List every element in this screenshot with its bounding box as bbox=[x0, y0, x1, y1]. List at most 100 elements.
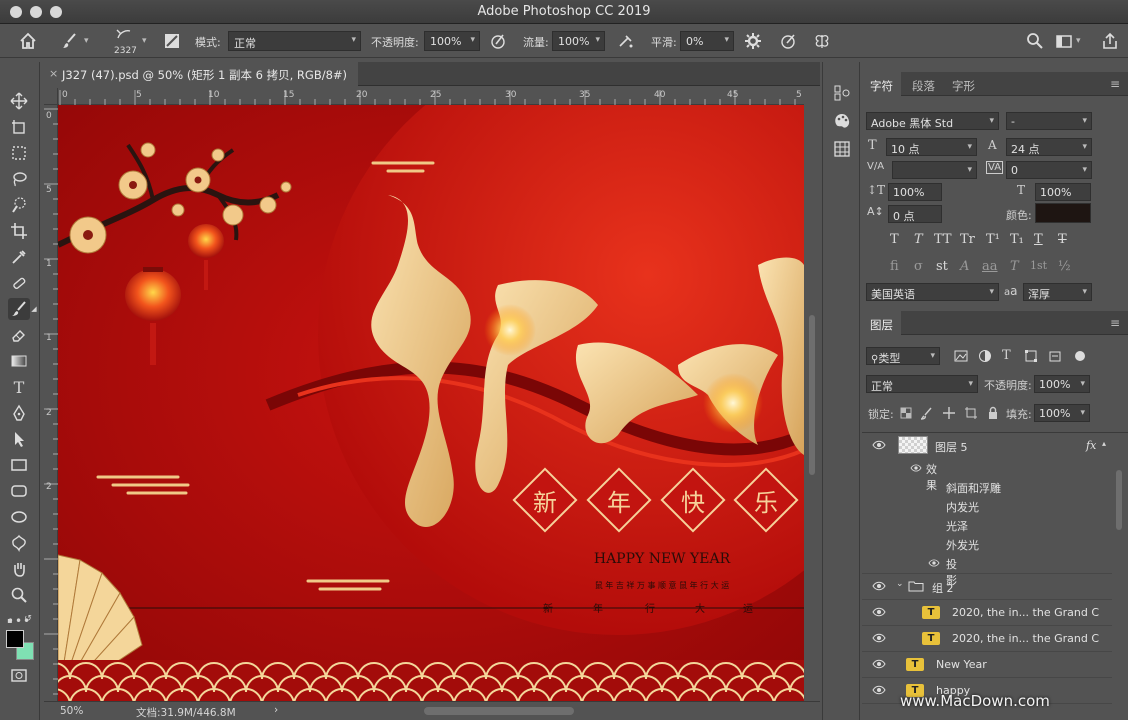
eye-icon[interactable] bbox=[872, 580, 886, 592]
lock-all-icon[interactable] bbox=[986, 406, 1000, 420]
lock-artboard-icon[interactable] bbox=[964, 406, 978, 420]
eye-icon[interactable] bbox=[872, 606, 886, 618]
crop-tool-icon[interactable] bbox=[8, 220, 30, 242]
search-icon[interactable] bbox=[1025, 31, 1045, 51]
tab-glyphs[interactable]: 字形 bbox=[952, 78, 975, 94]
antialias-select[interactable]: 浑厚 ▾ bbox=[1023, 283, 1092, 301]
zoom-level[interactable]: 50% bbox=[60, 705, 83, 717]
workspace-icon[interactable] bbox=[1054, 31, 1074, 51]
all-caps-button[interactable]: TT bbox=[934, 232, 952, 247]
eye-icon[interactable] bbox=[910, 463, 922, 473]
rounded-rectangle-tool-icon[interactable] bbox=[8, 480, 30, 502]
filter-shape-icon[interactable] bbox=[1024, 349, 1038, 363]
pressure-opacity-icon[interactable] bbox=[488, 31, 508, 51]
ruler-horizontal[interactable]: 0 5 10 15 20 25 30 35 40 45 5 bbox=[58, 88, 804, 105]
layer-opacity-input[interactable]: 100% ▾ bbox=[1034, 375, 1090, 393]
custom-shape-tool-icon[interactable] bbox=[8, 532, 30, 554]
ordinals-button[interactable]: 1st bbox=[1030, 259, 1047, 272]
faux-bold-button[interactable]: T bbox=[890, 232, 899, 247]
swatches-grid-icon[interactable] bbox=[833, 140, 851, 158]
share-icon[interactable] bbox=[1100, 31, 1120, 51]
scrollbar-thumb[interactable] bbox=[809, 315, 815, 475]
text-layer-row[interactable]: T New Year bbox=[862, 652, 1112, 678]
document-tab[interactable]: × J327 (47).psd @ 50% (矩形 1 副本 6 拷贝, RGB… bbox=[44, 62, 358, 86]
panel-menu-icon[interactable]: ≡ bbox=[1110, 316, 1120, 330]
old-style-button[interactable]: σ bbox=[914, 259, 923, 274]
filter-smart-object-icon[interactable] bbox=[1048, 349, 1062, 363]
panel-menu-icon[interactable]: ≡ bbox=[1110, 77, 1120, 91]
horizontal-scrollbar-thumb[interactable] bbox=[424, 707, 574, 715]
effect-item[interactable]: 内发光 bbox=[946, 499, 979, 515]
eye-icon[interactable] bbox=[928, 558, 940, 568]
brush-tool-icon[interactable] bbox=[8, 298, 30, 320]
layer-filter-select[interactable]: ⚲类型 ▾ bbox=[866, 347, 940, 365]
lasso-tool-icon[interactable] bbox=[8, 168, 30, 190]
gear-icon[interactable] bbox=[743, 31, 763, 51]
ruler-vertical[interactable]: 0 5 1 1 2 2 bbox=[44, 105, 58, 701]
fractions-button[interactable]: ½ bbox=[1058, 259, 1071, 274]
eraser-tool-icon[interactable] bbox=[8, 324, 30, 346]
vertical-scrollbar[interactable] bbox=[806, 105, 818, 701]
scrollbar-thumb[interactable] bbox=[1116, 470, 1122, 530]
titling-alternates-button[interactable]: T bbox=[1010, 259, 1019, 274]
blend-mode-select[interactable]: 正常 ▾ bbox=[866, 375, 978, 393]
chevron-down-icon[interactable]: ⌄ bbox=[896, 579, 904, 589]
filter-pixel-icon[interactable] bbox=[954, 349, 968, 363]
small-caps-button[interactable]: Tr bbox=[960, 232, 975, 247]
brush-panel-icon[interactable] bbox=[162, 31, 182, 51]
fx-icon[interactable]: fx bbox=[1086, 439, 1096, 452]
pen-tool-icon[interactable] bbox=[8, 402, 30, 424]
font-size-input[interactable]: 10 点 ▾ bbox=[886, 138, 977, 156]
mode-select[interactable]: 正常 ▾ bbox=[228, 31, 361, 51]
text-layer-row[interactable]: T 2020, the in... the Grand C bbox=[862, 600, 1112, 626]
filter-adjustment-icon[interactable] bbox=[978, 349, 992, 363]
close-icon[interactable]: × bbox=[49, 67, 58, 80]
text-color-swatch[interactable] bbox=[1035, 203, 1091, 223]
home-icon[interactable] bbox=[18, 31, 38, 51]
text-layer-row[interactable]: T 2020, the in... the Grand C bbox=[862, 626, 1112, 652]
brush-preset-icon[interactable] bbox=[114, 26, 134, 46]
quick-selection-tool-icon[interactable] bbox=[8, 194, 30, 216]
swap-colors-icon[interactable]: ↺ bbox=[22, 613, 34, 625]
chevron-down-icon[interactable]: ▾ bbox=[1076, 36, 1081, 46]
tab-paragraph[interactable]: 段落 bbox=[912, 78, 935, 94]
flow-input[interactable]: 100% ▾ bbox=[552, 31, 605, 51]
symmetry-icon[interactable] bbox=[812, 31, 832, 51]
eyedropper-tool-icon[interactable] bbox=[8, 246, 30, 268]
smoothing-input[interactable]: 0% ▾ bbox=[680, 31, 734, 51]
default-colors-icon[interactable]: ▪ bbox=[4, 615, 16, 625]
chevron-down-icon[interactable]: ▾ bbox=[84, 36, 89, 46]
lock-position-icon[interactable] bbox=[942, 406, 956, 420]
faux-italic-button[interactable]: T bbox=[914, 232, 923, 247]
eye-icon[interactable] bbox=[872, 658, 886, 670]
baseline-shift-input[interactable]: 0 点 bbox=[888, 205, 942, 223]
quick-mask-icon[interactable] bbox=[8, 664, 30, 686]
vertical-scale-input[interactable]: 100% bbox=[888, 183, 942, 201]
tracking-select[interactable]: 0 ▾ bbox=[1006, 161, 1092, 179]
font-family-select[interactable]: Adobe 黑体 Std ▾ bbox=[866, 112, 999, 130]
chevron-up-icon[interactable]: ▴ bbox=[1102, 439, 1106, 448]
underline-button[interactable]: T bbox=[1034, 232, 1043, 247]
superscript-button[interactable]: T¹ bbox=[986, 232, 1000, 247]
chevron-down-icon[interactable]: ▾ bbox=[142, 36, 147, 46]
pressure-size-icon[interactable] bbox=[778, 31, 798, 51]
horizontal-scale-input[interactable]: 100% bbox=[1035, 183, 1091, 201]
effect-item[interactable]: 光泽 bbox=[946, 518, 968, 534]
filter-toggle[interactable] bbox=[1075, 351, 1085, 361]
kerning-select[interactable]: ▾ bbox=[892, 161, 977, 179]
tab-layers[interactable]: 图层 bbox=[862, 311, 901, 335]
filter-type-icon[interactable]: T bbox=[1002, 348, 1011, 363]
airbrush-icon[interactable] bbox=[616, 31, 636, 51]
swash-button[interactable]: A bbox=[960, 259, 969, 274]
path-selection-tool-icon[interactable] bbox=[8, 428, 30, 450]
stylistic-alternates-button[interactable]: aa bbox=[982, 259, 998, 274]
rectangle-tool-icon[interactable] bbox=[8, 454, 30, 476]
healing-brush-tool-icon[interactable] bbox=[8, 272, 30, 294]
subscript-button[interactable]: T₁ bbox=[1010, 232, 1024, 247]
layer-row[interactable]: 图层 5 fx ▴ bbox=[862, 433, 1112, 457]
opacity-input[interactable]: 100% ▾ bbox=[424, 31, 480, 51]
foreground-color-swatch[interactable] bbox=[6, 630, 24, 648]
eye-icon[interactable] bbox=[872, 684, 886, 696]
document-canvas[interactable]: 新 年 快 乐 HAPPY NEW YEAR 鼠 年 吉 祥 万 事 顺 意 鼠… bbox=[58, 105, 804, 701]
lock-transparent-icon[interactable] bbox=[900, 407, 912, 419]
